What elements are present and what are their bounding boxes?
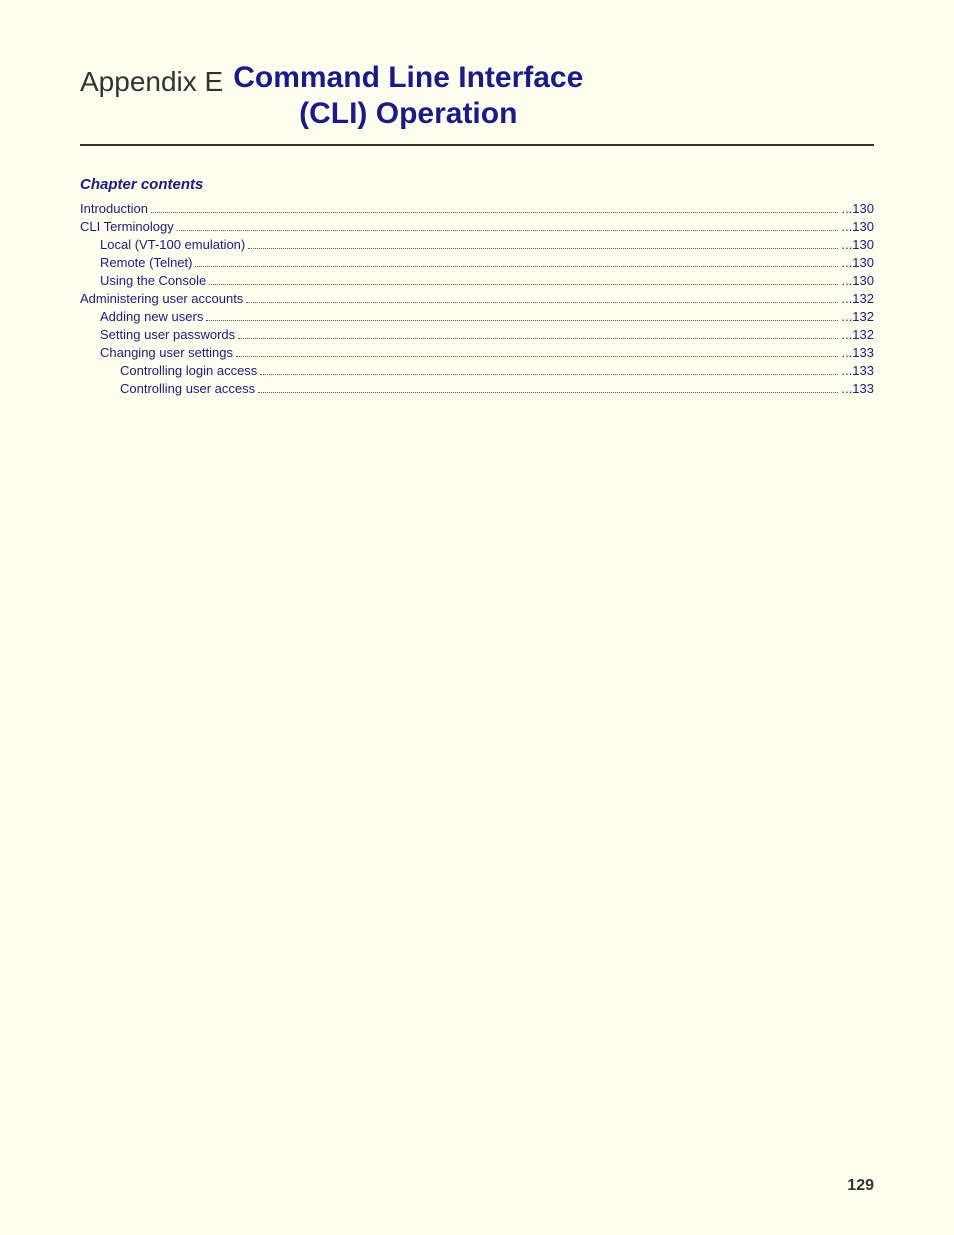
- toc-page-number: ...133: [841, 381, 874, 396]
- toc-link-cli-terminology[interactable]: CLI Terminology: [80, 219, 174, 234]
- toc-link-setting-user-passwords[interactable]: Setting user passwords: [100, 327, 235, 342]
- appendix-label: Appendix E: [80, 60, 223, 98]
- toc-dots: [209, 284, 838, 285]
- toc-dots: [246, 302, 838, 303]
- toc-page-number: ...133: [841, 363, 874, 378]
- toc-entry[interactable]: Adding new users ...132: [80, 309, 874, 324]
- toc-page-number: ...130: [841, 255, 874, 270]
- toc-page-number: ...132: [841, 291, 874, 306]
- title-line1: Command Line Interface: [233, 61, 583, 94]
- toc-dots: [260, 374, 838, 375]
- toc-link-introduction[interactable]: Introduction: [80, 201, 148, 216]
- toc-entry[interactable]: Local (VT-100 emulation) ...130: [80, 237, 874, 252]
- toc-dots: [177, 230, 839, 231]
- page-number-footer: 129: [847, 1177, 874, 1195]
- toc-link-controlling-user-access[interactable]: Controlling user access: [120, 381, 255, 396]
- toc-dots: [206, 320, 838, 321]
- title-line2: (CLI) Operation: [299, 97, 517, 130]
- page: Appendix E Command Line Interface (CLI) …: [0, 0, 954, 1235]
- toc-dots: [236, 356, 838, 357]
- toc-entry[interactable]: Introduction ...130: [80, 201, 874, 216]
- toc-page-number: ...132: [841, 309, 874, 324]
- chapter-contents-label: Chapter contents: [80, 176, 874, 193]
- toc-container: Introduction...130CLI Terminology...130L…: [80, 201, 874, 396]
- toc-entry[interactable]: Controlling login access ...133: [80, 363, 874, 378]
- toc-entry[interactable]: Changing user settings ...133: [80, 345, 874, 360]
- toc-page-number: ...130: [841, 201, 874, 216]
- toc-link-remote-telnet[interactable]: Remote (Telnet): [100, 255, 192, 270]
- toc-link-using-console[interactable]: Using the Console: [100, 273, 206, 288]
- toc-entry[interactable]: Controlling user access ...133: [80, 381, 874, 396]
- toc-link-adding-new-users[interactable]: Adding new users: [100, 309, 203, 324]
- toc-page-number: ...132: [841, 327, 874, 342]
- toc-entry[interactable]: Setting user passwords ...132: [80, 327, 874, 342]
- toc-link-local-vt100[interactable]: Local (VT-100 emulation): [100, 237, 245, 252]
- toc-entry[interactable]: Remote (Telnet) ...130: [80, 255, 874, 270]
- toc-entry[interactable]: CLI Terminology ...130: [80, 219, 874, 234]
- toc-dots: [248, 248, 838, 249]
- toc-link-changing-user-settings[interactable]: Changing user settings: [100, 345, 233, 360]
- page-title: Command Line Interface (CLI) Operation: [233, 60, 583, 132]
- toc-page-number: ...130: [841, 273, 874, 288]
- chapter-contents-section: Chapter contents Introduction...130CLI T…: [80, 176, 874, 396]
- toc-page-number: ...133: [841, 345, 874, 360]
- title-block: Appendix E Command Line Interface (CLI) …: [80, 60, 874, 146]
- toc-page-number: ...130: [841, 237, 874, 252]
- toc-dots: [195, 266, 838, 267]
- toc-entry[interactable]: Administering user accounts ...132: [80, 291, 874, 306]
- toc-dots: [238, 338, 838, 339]
- toc-dots: [151, 212, 839, 213]
- toc-dots: [258, 392, 838, 393]
- toc-page-number: ...130: [841, 219, 874, 234]
- toc-link-controlling-login-access[interactable]: Controlling login access: [120, 363, 257, 378]
- toc-entry[interactable]: Using the Console ...130: [80, 273, 874, 288]
- toc-link-administering-user-accounts[interactable]: Administering user accounts: [80, 291, 243, 306]
